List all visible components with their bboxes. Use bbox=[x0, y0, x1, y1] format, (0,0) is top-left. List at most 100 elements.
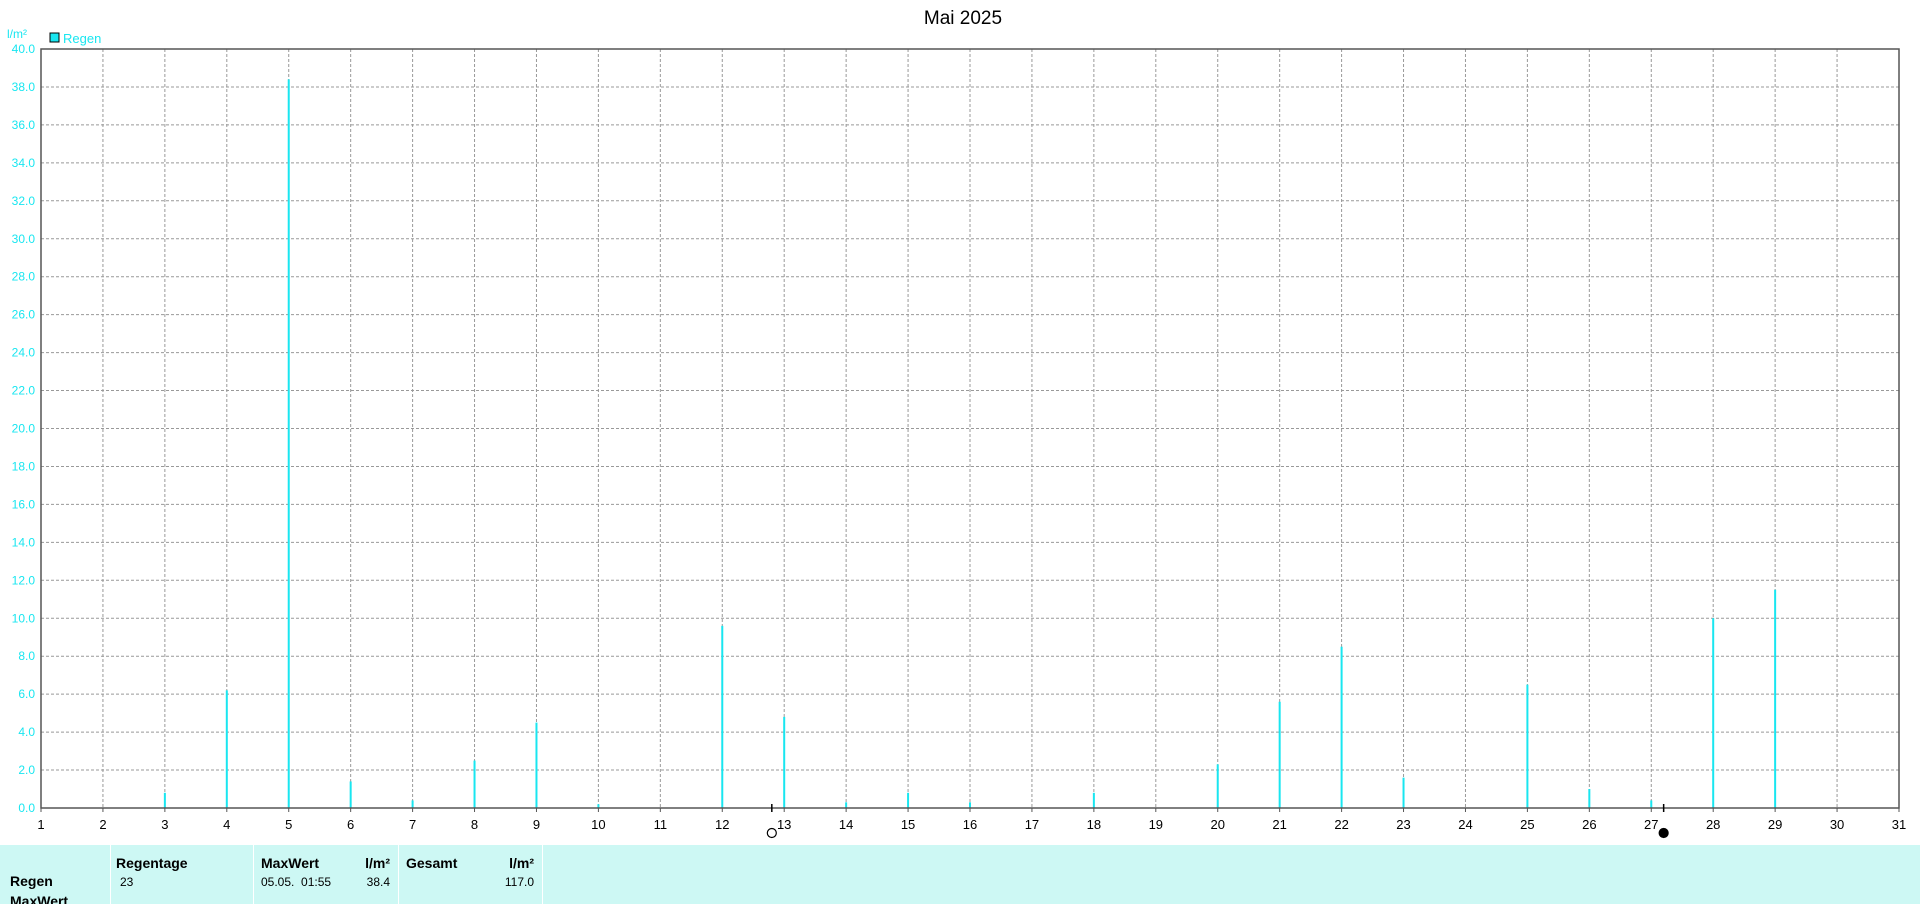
bar-regen bbox=[1712, 618, 1715, 808]
regentage-header: Regentage bbox=[116, 855, 188, 871]
chart-title: Mai 2025 bbox=[924, 8, 1002, 29]
x-tick-label: 28 bbox=[1706, 817, 1720, 832]
bar-regen bbox=[1216, 764, 1219, 808]
bar-regen bbox=[1278, 701, 1281, 808]
x-tick-label: 26 bbox=[1582, 817, 1596, 832]
legend: Regen bbox=[49, 31, 101, 46]
x-tick-label: 8 bbox=[471, 817, 478, 832]
bar-regen bbox=[473, 760, 476, 808]
x-tick-label: 14 bbox=[839, 817, 853, 832]
bar-regen bbox=[1526, 684, 1529, 808]
row-label-regen: Regen bbox=[10, 873, 53, 889]
bar-regen bbox=[1340, 646, 1343, 808]
bar-regen bbox=[535, 722, 538, 808]
x-tick-label: 6 bbox=[347, 817, 354, 832]
maxwert-value: 38.4 bbox=[366, 875, 390, 889]
gesamt-value: 117.0 bbox=[504, 875, 534, 889]
new-moon-icon bbox=[1658, 827, 1669, 839]
x-tick-label: 21 bbox=[1272, 817, 1286, 832]
bar-regen bbox=[1650, 800, 1653, 808]
y-tick-label: 30.0 bbox=[12, 232, 36, 246]
y-tick-label: 32.0 bbox=[12, 194, 36, 208]
x-tick-label: 11 bbox=[654, 817, 668, 832]
grid bbox=[41, 49, 1899, 808]
x-tick-label: 22 bbox=[1334, 817, 1348, 832]
x-tick-label: 16 bbox=[963, 817, 977, 832]
x-tick-label: 15 bbox=[901, 817, 915, 832]
x-tick-label: 17 bbox=[1025, 817, 1039, 832]
x-tick-label: 20 bbox=[1210, 817, 1224, 832]
maxwert-date: 05.05. 01:55 bbox=[261, 875, 332, 889]
bar-regen bbox=[1402, 777, 1405, 808]
x-tick-label: 1 bbox=[37, 817, 44, 832]
gesamt-unit: l/m² bbox=[509, 855, 534, 871]
legend-label-regen: Regen bbox=[63, 31, 101, 46]
y-axis-unit: l/m² bbox=[7, 27, 27, 41]
rain-chart: Mai 2025 l/m² Regen 0.0 2.0 4.0 6.0 8.0 10.0 1… bbox=[7, 8, 1907, 839]
x-tick-label: 7 bbox=[409, 817, 416, 832]
bar-regen bbox=[721, 625, 724, 808]
bar-regen bbox=[163, 792, 166, 808]
y-tick-label: 34.0 bbox=[12, 156, 36, 170]
y-tick-label: 0.0 bbox=[18, 801, 35, 815]
y-tick-label: 40.0 bbox=[12, 42, 36, 56]
x-tick-label: 31 bbox=[1892, 817, 1906, 832]
maxwert-unit: l/m² bbox=[365, 855, 390, 871]
y-tick-label: 20.0 bbox=[12, 422, 36, 436]
y-tick-label: 24.0 bbox=[12, 346, 36, 360]
y-tick-label: 14.0 bbox=[12, 535, 36, 549]
bars bbox=[163, 79, 1777, 809]
legend-swatch-regen bbox=[49, 32, 60, 43]
x-tick-label: 27 bbox=[1644, 817, 1658, 832]
x-tick-label: 9 bbox=[533, 817, 540, 832]
y-tick-label: 26.0 bbox=[12, 308, 36, 322]
x-tick-label: 2 bbox=[99, 817, 106, 832]
regentage-value: 23 bbox=[120, 875, 134, 889]
x-tick-label: 10 bbox=[591, 817, 605, 832]
bar-regen bbox=[907, 792, 910, 808]
x-tick-label: 3 bbox=[161, 817, 168, 832]
x-tick-label: 4 bbox=[223, 817, 230, 832]
y-tick-label: 16.0 bbox=[12, 497, 36, 511]
y-tick-label: 8.0 bbox=[18, 649, 35, 663]
full-moon-icon bbox=[766, 827, 777, 839]
bar-regen bbox=[1092, 792, 1095, 808]
maxwert-header: MaxWert bbox=[261, 855, 320, 871]
x-tick-label: 24 bbox=[1458, 817, 1472, 832]
bar-regen bbox=[1774, 589, 1777, 808]
column-separator bbox=[398, 845, 399, 904]
bar-regen bbox=[969, 802, 971, 808]
y-tick-label: 18.0 bbox=[12, 459, 36, 473]
x-tick-label: 19 bbox=[1149, 817, 1163, 832]
x-tick-label: 5 bbox=[285, 817, 292, 832]
x-tick-label: 13 bbox=[777, 817, 791, 832]
y-tick-label: 38.0 bbox=[12, 80, 36, 94]
bar-regen bbox=[783, 716, 786, 808]
bar-regen bbox=[349, 781, 352, 808]
axes: 0.0 2.0 4.0 6.0 8.0 10.0 12.0 14.0 16.0 18.0 20.0 2… bbox=[12, 42, 1907, 832]
column-separator bbox=[110, 845, 111, 904]
x-tick-label: 30 bbox=[1830, 817, 1844, 832]
y-tick-label: 10.0 bbox=[12, 611, 36, 625]
bar-regen bbox=[411, 800, 414, 808]
bar-regen bbox=[225, 690, 228, 808]
y-tick-label: 22.0 bbox=[12, 384, 36, 398]
bar-regen bbox=[287, 79, 290, 809]
y-tick-label: 28.0 bbox=[12, 270, 36, 284]
y-tick-label: 4.0 bbox=[18, 725, 35, 739]
column-separator bbox=[253, 845, 254, 904]
stats-panel: Regen MaxWert Regentage 23 MaxWert l/m² … bbox=[0, 845, 1920, 904]
y-tick-label: 12.0 bbox=[12, 573, 36, 587]
row-label-maxwert: MaxWert bbox=[10, 893, 69, 904]
bar-regen bbox=[1588, 789, 1591, 808]
column-separator bbox=[542, 845, 543, 904]
x-tick-label: 18 bbox=[1087, 817, 1101, 832]
y-tick-label: 36.0 bbox=[12, 118, 36, 132]
y-tick-label: 2.0 bbox=[18, 763, 35, 777]
bar-regen bbox=[845, 802, 848, 808]
gesamt-header: Gesamt bbox=[406, 855, 458, 871]
x-tick-label: 25 bbox=[1520, 817, 1534, 832]
y-tick-label: 6.0 bbox=[18, 687, 35, 701]
x-tick-label: 12 bbox=[715, 817, 729, 832]
x-tick-label: 23 bbox=[1396, 817, 1410, 832]
